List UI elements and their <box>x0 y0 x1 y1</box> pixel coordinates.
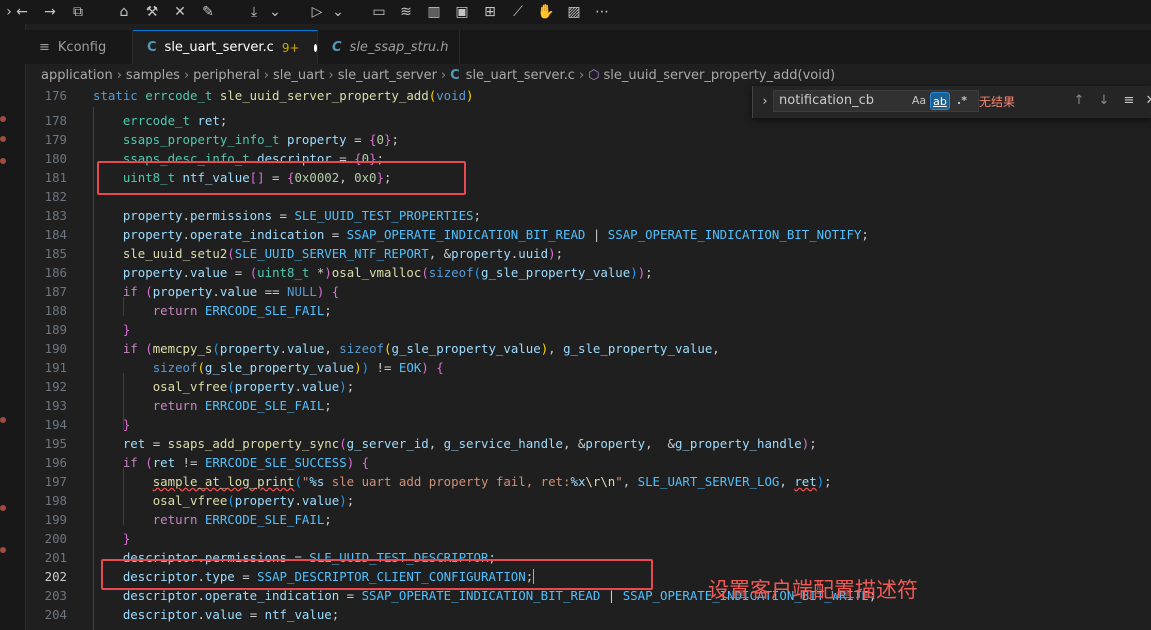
debug-run-icon[interactable]: ▷ <box>308 3 326 21</box>
annotation-text: 设置客户端配置描述符 <box>708 578 918 602</box>
chevron-right-icon: › <box>328 67 334 83</box>
breadcrumb-item[interactable]: peripheral <box>193 68 260 83</box>
layers-icon[interactable]: ≋ <box>397 3 415 21</box>
image-icon[interactable]: ▨ <box>565 3 583 21</box>
next-match-icon[interactable]: ↓ <box>1094 92 1114 110</box>
code-line: 195 ret = ssaps_add_property_sync(g_serv… <box>44 436 817 451</box>
tab-kconfig[interactable]: ≡ Kconfig <box>25 30 133 64</box>
device-icon[interactable]: ⊞ <box>481 3 499 21</box>
home-icon[interactable]: ⌂ <box>115 3 133 21</box>
unsaved-dot-icon[interactable] <box>313 43 317 52</box>
code-line: 194 } <box>44 417 131 432</box>
code-line: 200 } <box>44 531 131 546</box>
file-lines-icon: ≡ <box>39 39 50 55</box>
regex-toggle[interactable]: .* <box>952 92 972 110</box>
trend-icon[interactable]: ⟋ <box>509 3 527 21</box>
terminal-icon[interactable]: ▭ <box>370 3 388 21</box>
chevron-right-icon: › <box>440 67 447 83</box>
breadcrumb-item[interactable]: sle_uart <box>273 68 325 83</box>
chevron-right-icon: › <box>183 67 190 83</box>
code-line-text: static errcode_t sle_uuid_server_propert… <box>93 88 474 103</box>
c-file-icon: C <box>450 67 460 83</box>
warning-count: 9+ <box>281 40 300 55</box>
modified-marker <box>0 547 6 553</box>
code-line: 179 ssaps_property_info_t property = {0}… <box>44 132 399 147</box>
code-line: 196 if (ret != ERRCODE_SLE_SUCCESS) { <box>44 455 370 470</box>
clean-icon[interactable]: ✎ <box>199 3 217 21</box>
modified-marker <box>0 158 6 164</box>
search-window-icon[interactable]: ⧉ <box>69 3 87 21</box>
breadcrumb: application › samples › peripheral › sle_ua… <box>41 66 835 84</box>
function-cube-icon: ⬡ <box>588 67 600 83</box>
find-no-results: 无结果 <box>979 95 1016 109</box>
forward-icon[interactable]: → <box>41 3 59 21</box>
breadcrumb-item[interactable]: application <box>41 68 113 83</box>
tools-icon[interactable]: ✕ <box>171 3 189 21</box>
chip-icon[interactable]: ▣ <box>453 3 471 21</box>
highlight-box-ntf-value <box>97 161 466 195</box>
tab-label: Kconfig <box>57 39 107 55</box>
dropdown-icon[interactable]: ⌄ <box>329 3 347 21</box>
tab-label: sle_ssap_stru.h <box>349 39 449 55</box>
chevron-right-icon: › <box>116 67 122 83</box>
hammer-icon[interactable]: ⚒ <box>143 3 161 21</box>
code-line: 187 if (property.value == NULL) { <box>44 284 340 299</box>
code-line: 186 property.value = (uint8_t *)osal_vma… <box>44 265 653 280</box>
code-line: 193 return ERRCODE_SLE_FAIL; <box>44 398 332 413</box>
chevron-right-icon: › <box>263 67 269 83</box>
code-line: 192 osal_vfree(property.value); <box>44 379 355 394</box>
tab-label: sle_uart_server.c <box>164 40 274 55</box>
modified-marker <box>0 136 6 142</box>
find-in-selection-icon[interactable]: ≡ <box>1119 92 1139 110</box>
tab-sle-ssap-stru-h[interactable]: C sle_ssap_stru.h <box>318 30 460 64</box>
code-line: 199 return ERRCODE_SLE_FAIL; <box>44 512 332 527</box>
code-line: 191 sizeof(g_sle_property_value)) != EOK… <box>44 360 444 375</box>
code-line: 184 property.operate_indication = SSAP_O… <box>44 227 869 242</box>
tab-bar: ≡ Kconfig C sle_uart_server.c 9+ C sle_s… <box>25 30 1151 64</box>
more-icon[interactable]: ⋯ <box>593 3 611 21</box>
find-widget: › notification_cb Aa ab .* 无结果 ↑ ↓ ≡ ✕ <box>752 86 1151 118</box>
tab-sle-uart-server-c[interactable]: C sle_uart_server.c 9+ <box>133 30 318 64</box>
dropdown-icon[interactable]: ⌄ <box>266 3 284 21</box>
code-line: 183 property.permissions = SLE_UUID_TEST… <box>44 208 481 223</box>
chevron-right-icon: › <box>578 67 585 83</box>
match-whole-word-toggle[interactable]: ab <box>930 92 950 110</box>
c-header-icon: C <box>332 39 342 55</box>
breadcrumb-item[interactable]: sle_uart_server <box>338 68 437 83</box>
plugin-icon[interactable]: ✋ <box>537 3 555 21</box>
c-file-icon: C <box>147 40 157 55</box>
breadcrumb-item[interactable]: sle_uart_server.c <box>466 68 575 83</box>
code-line: 188 return ERRCODE_SLE_FAIL; <box>44 303 332 318</box>
code-line: 204 descriptor.value = ntf_value; <box>44 607 340 622</box>
code-line: 197 sample_at_log_print("%s sle uart add… <box>44 474 832 489</box>
download-icon[interactable]: ⤓ <box>245 3 263 21</box>
previous-match-icon[interactable]: ↑ <box>1069 92 1089 110</box>
modified-marker <box>0 417 6 423</box>
highlight-box-descriptor-type <box>101 559 653 590</box>
close-icon[interactable]: ✕ <box>1141 92 1151 110</box>
breadcrumb-item[interactable]: sle_uuid_server_property_add(void) <box>604 68 836 83</box>
code-line: 185 sle_uuid_setu2(SLE_UUID_SERVER_NTF_R… <box>44 246 564 261</box>
match-case-toggle[interactable]: Aa <box>909 92 929 110</box>
top-toolbar: › ← → ⧉ ⌂ ⚒ ✕ ✎ ⤓ ⌄ ▷ ⌄ ▭ ≋ ▥ ▣ ⊞ ⟋ ✋ ▨ … <box>0 0 1151 24</box>
modified-marker <box>0 505 6 511</box>
toggle-replace-chevron-icon[interactable]: › <box>755 93 775 111</box>
code-line: 198 osal_vfree(property.value); <box>44 493 355 508</box>
chart-icon[interactable]: ▥ <box>425 3 443 21</box>
breadcrumb-item[interactable]: samples <box>126 68 180 83</box>
back-icon[interactable]: ← <box>13 3 31 21</box>
modified-marker <box>0 116 6 122</box>
code-line: 190 if (memcpy_s(property.value, sizeof(… <box>44 341 720 356</box>
activity-bar <box>0 24 26 630</box>
code-line: 189 } <box>44 322 131 337</box>
